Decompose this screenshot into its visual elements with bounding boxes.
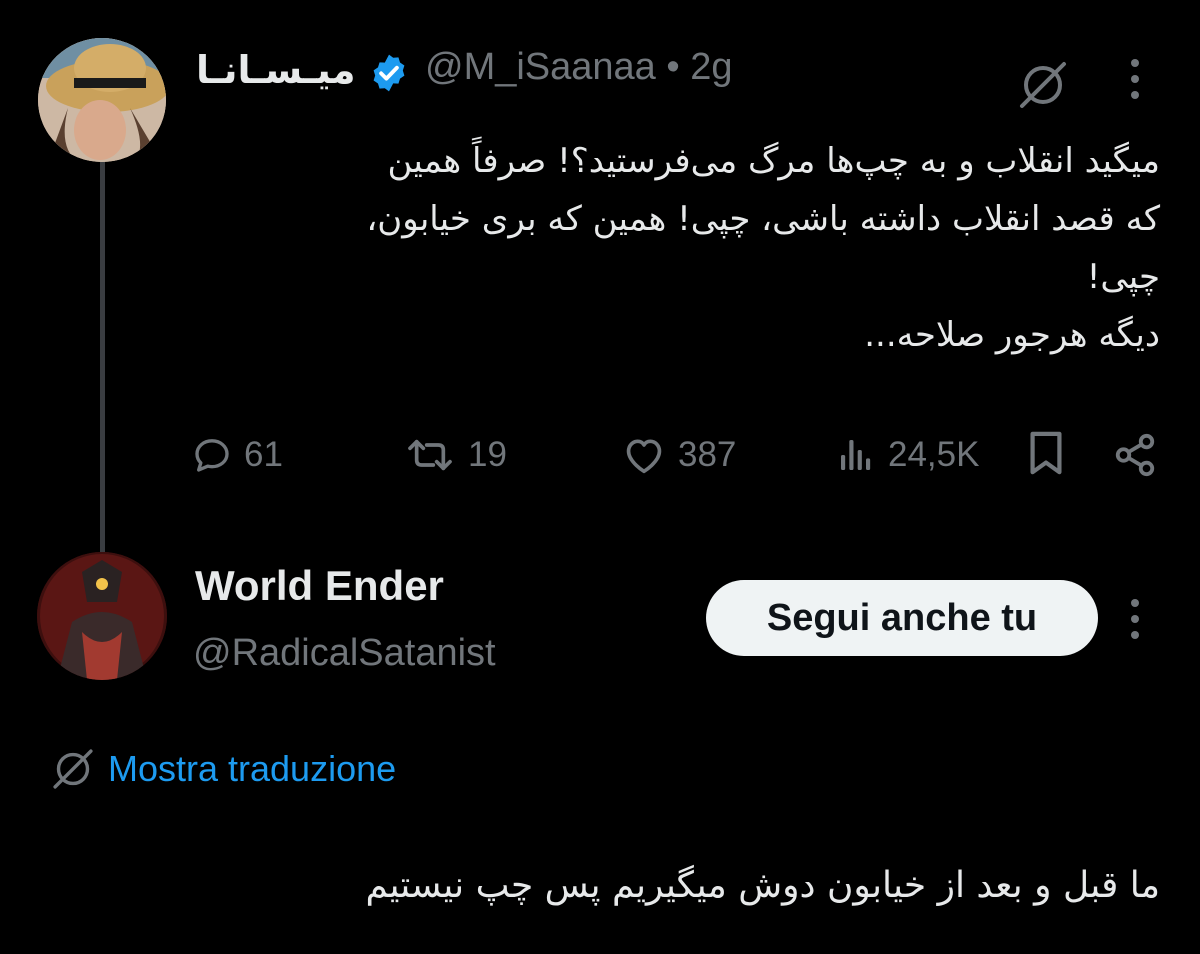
views-count: 24,5K	[888, 435, 980, 474]
show-translation-label: Mostra traduzione	[108, 748, 397, 789]
reply-icon	[195, 439, 229, 472]
views-icon	[841, 440, 871, 470]
reply-button[interactable]: 61	[192, 430, 283, 480]
author-avatar[interactable]	[38, 38, 166, 162]
reply-count: 61	[244, 435, 283, 474]
grok-icon	[53, 749, 93, 789]
thread-connector-line	[100, 158, 105, 553]
author-name[interactable]: میـسـانـا	[196, 48, 355, 92]
author-handle-and-time[interactable]: @M_iSaanaa • 2g	[425, 46, 733, 89]
bookmark-icon[interactable]	[1026, 430, 1066, 481]
retweet-count: 19	[468, 435, 507, 474]
share-icon[interactable]	[1112, 432, 1158, 483]
like-button[interactable]: 387	[622, 430, 736, 480]
reply-author-handle[interactable]: @RadicalSatanist	[193, 632, 496, 675]
tweet-text: میگید انقلاب و به چپ‌ها مرگ می‌فرستید؟! …	[366, 141, 1160, 355]
like-count: 387	[678, 435, 737, 474]
reply-more-options-icon[interactable]	[1120, 596, 1150, 642]
verified-badge-icon	[368, 52, 410, 94]
grok-icon[interactable]	[1016, 58, 1070, 112]
follow-back-button[interactable]: Segui anche tu	[706, 580, 1098, 656]
views-button[interactable]: 24,5K	[836, 430, 979, 480]
retweet-button[interactable]: 19	[404, 430, 507, 480]
retweet-icon	[408, 439, 452, 471]
show-translation-link[interactable]: Mostra traduzione	[50, 746, 396, 792]
reply-author-avatar[interactable]	[37, 552, 167, 680]
more-options-icon[interactable]	[1120, 56, 1150, 102]
reply-author-name[interactable]: World Ender	[195, 562, 444, 610]
like-icon	[626, 439, 662, 474]
reply-text: ما قبل و بعد از خیابون دوش میگیریم پس چپ…	[365, 865, 1160, 906]
